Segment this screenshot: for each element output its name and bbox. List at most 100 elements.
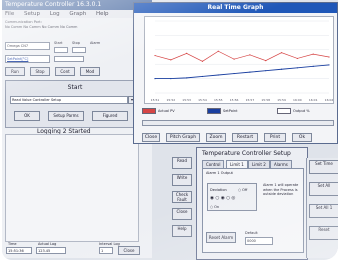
controller-side-buttons: Read Write Check Fault Close Help — [172, 157, 194, 257]
x-tick-label: 15:55 — [214, 98, 223, 102]
setpoint-value-field[interactable] — [54, 56, 84, 62]
write-button[interactable]: Write — [172, 174, 192, 186]
data-point-1 — [170, 78, 172, 80]
plot-area: 15:51 15:52 15:53 15:54 15:55 15:56 15:57 15:58… — [144, 16, 334, 104]
tab-limit-1[interactable]: Limit 1 — [226, 160, 248, 168]
stop-label: Stop — [72, 41, 80, 45]
data-point-1 — [265, 70, 267, 72]
stop-button[interactable]: Stop — [30, 67, 50, 76]
continue-button[interactable]: Cont — [55, 67, 75, 76]
tab-limit-2[interactable]: Limit 2 — [248, 160, 270, 168]
controller-title: Temperature Controller Setup — [202, 150, 291, 157]
data-point-1 — [312, 65, 314, 67]
data-point-0 — [328, 56, 330, 58]
data-point-1 — [280, 68, 283, 70]
data-point-0 — [201, 60, 204, 62]
series-line-0 — [154, 50, 330, 62]
alarm-label: Alarm — [90, 41, 101, 45]
figured-button[interactable]: Figured — [92, 111, 128, 121]
interval-field[interactable]: 1 — [99, 247, 113, 254]
x-tick-label: 16:01 — [309, 98, 318, 102]
legend-label-sp: SetPoint — [223, 109, 238, 113]
data-point-1 — [201, 75, 204, 78]
data-point-0 — [280, 52, 283, 54]
panel-select[interactable]: Read Value Controller Setup — [10, 96, 128, 104]
time-label: Time — [8, 242, 17, 246]
radio-row[interactable]: ◉ ○ ◉ ○ ◎ — [210, 196, 235, 202]
window-title: Temperature Controller 16.3.0.1 — [2, 0, 152, 10]
chart-legend: Actual PV SetPoint Output % — [142, 107, 334, 117]
data-point-1 — [328, 64, 330, 66]
graph-ok-button[interactable]: Ok — [292, 133, 312, 142]
set-all-1-button[interactable]: Set All 1 — [309, 204, 338, 218]
legend-output: Output % — [277, 108, 310, 114]
controller-close-button[interactable]: Close — [172, 208, 192, 220]
controller-help-button[interactable]: Help — [172, 225, 192, 237]
stop-field[interactable] — [72, 47, 86, 53]
data-point-0 — [249, 54, 251, 56]
radio-off-label: Off — [242, 188, 248, 192]
data-point-0 — [154, 54, 156, 57]
set-all-button[interactable]: Set All — [309, 182, 338, 196]
pitch-graph-button[interactable]: Pitch Graph — [166, 133, 200, 142]
reset-alarm-button[interactable]: Reset Alarm — [206, 232, 236, 243]
x-tick-label: 15:57 — [246, 98, 255, 102]
graph-scrollbar[interactable] — [142, 120, 334, 126]
graph-window: Real Time Graph 15:51 15:52 15:53 15:54 15:5… — [133, 2, 338, 144]
zoom-button[interactable]: Zoom — [206, 133, 226, 142]
panel-title: Start — [67, 84, 83, 91]
menu-setup[interactable]: Setup — [24, 11, 40, 17]
data-point-1 — [217, 74, 219, 76]
data-point-0 — [312, 53, 314, 55]
radio-on[interactable]: ○ On — [210, 204, 219, 210]
data-point-1 — [186, 77, 188, 79]
start-panel: Start Read Value Controller Setup ▾ OK S… — [5, 80, 143, 128]
data-point-0 — [170, 59, 172, 61]
data-point-0 — [186, 52, 188, 55]
menu-graph[interactable]: Graph — [69, 11, 86, 17]
menu-help[interactable]: Help — [96, 11, 109, 17]
deviation-group: Deviation ○ Off ◉ ○ ◉ ○ ◎ ○ On — [207, 183, 257, 211]
read-button[interactable]: Read — [172, 157, 192, 169]
device-field[interactable]: Omega CN7 — [5, 42, 50, 50]
time-field: 15:51:36 — [6, 247, 32, 254]
tab-control[interactable]: Control — [202, 160, 225, 168]
tab-alarms[interactable]: Alarms — [270, 160, 292, 168]
legend-actual-pv: Actual PV — [142, 108, 175, 114]
modify-button[interactable]: Mod — [80, 67, 100, 76]
menu-file[interactable]: File — [5, 11, 14, 17]
print-button[interactable]: Print — [264, 133, 286, 142]
data-point-1 — [249, 71, 251, 73]
data-point-0 — [217, 50, 219, 52]
ok-button[interactable]: OK — [14, 111, 40, 121]
radio-off[interactable]: ○ Off — [238, 187, 247, 193]
legend-swatch-pv — [142, 108, 156, 114]
run-button[interactable]: Run — [5, 67, 25, 76]
restart-button[interactable]: Restart — [232, 133, 258, 142]
controller-setup-window: Temperature Controller Setup Control Lim… — [196, 147, 308, 260]
data-point-1 — [296, 67, 298, 69]
main-window: Temperature Controller 16.3.0.1 File Set… — [2, 0, 152, 258]
graph-title: Real Time Graph — [134, 3, 337, 13]
menu-bar: File Setup Log Graph Help — [2, 10, 152, 18]
setpoint-field[interactable]: SetPoint[°C] — [5, 55, 50, 63]
reset-button[interactable]: Reset — [309, 226, 338, 240]
default-field[interactable]: 0000 — [245, 237, 273, 245]
menu-log[interactable]: Log — [50, 11, 60, 17]
check-fault-button[interactable]: Check Fault — [172, 191, 192, 203]
monitor-screen: Temperature Controller 16.3.0.1 File Set… — [2, 0, 338, 260]
radio-on-label: On — [214, 205, 220, 209]
setup-parms-button[interactable]: Setup Parms — [48, 111, 84, 121]
graph-close-button[interactable]: Close — [142, 133, 160, 142]
actual-log-label: Actual Log — [38, 242, 57, 246]
legend-label-pv: Actual PV — [158, 109, 175, 113]
set-time-button[interactable]: Set Time — [309, 160, 338, 174]
right-side-panel: Set Time Set All Set All 1 Reset — [306, 158, 338, 258]
controller-tab-body: Alarm 1 Output Deviation ○ Off ◉ ○ ◉ ○ ◎… — [202, 168, 304, 253]
x-tick-label: 16:00 — [293, 98, 302, 102]
line-chart: 15:51 15:52 15:53 15:54 15:55 15:56 15:57 15:58… — [151, 20, 333, 102]
close-button[interactable]: Close — [118, 246, 140, 255]
legend-setpoint: SetPoint — [207, 108, 237, 114]
start-label: Start — [54, 41, 63, 45]
start-field[interactable] — [54, 47, 68, 53]
